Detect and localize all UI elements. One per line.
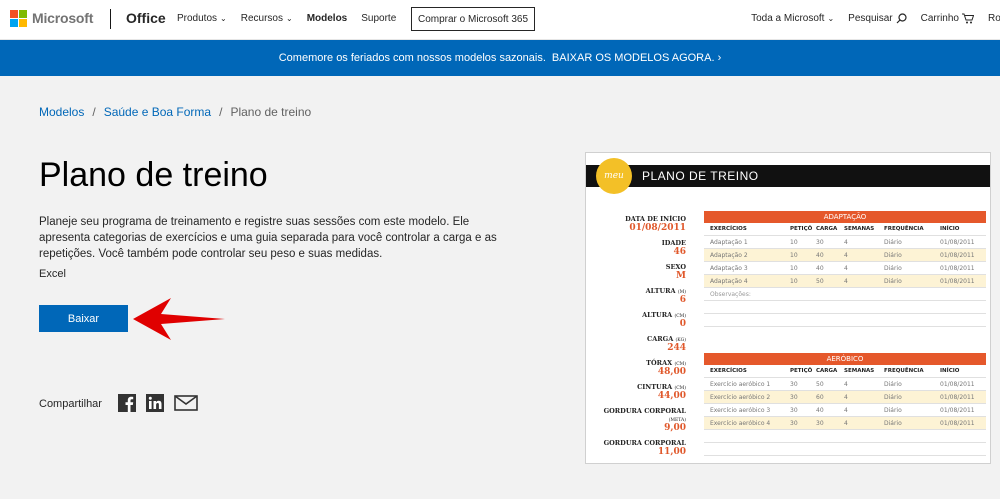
profile-label: TÓRAX (CM) (646, 359, 686, 367)
utility-nav: Toda a Microsoft ⌄ Pesquisar Carrinho Ro (751, 13, 1000, 24)
preview-table-aerobico: AERÓBICO EXERCÍCIOS PETIÇÕ CARGA SEMANAS FRE… (704, 353, 986, 456)
table-row: Exercício aeróbico 4 30 30 4 Diário 01/08/201… (704, 417, 986, 430)
table-row: Adaptação 3 10 40 4 Diário 01/08/2011 (704, 262, 986, 275)
office-link[interactable]: Office (126, 10, 166, 26)
preview-profile: DATA DE INÍCIO 01/08/2011 IDADE 46 SEXO … (586, 215, 686, 463)
primary-nav: Produtos ⌄ Recursos ⌄ Modelos Suporte (177, 13, 396, 24)
chevron-down-icon: ⌄ (220, 14, 227, 23)
template-description: Planeje seu programa de treinamento e re… (39, 216, 497, 260)
preview-title: PLANO DE TREINO (642, 169, 759, 183)
cart-icon (962, 13, 974, 24)
table-columns: EXERCÍCIOS PETIÇÕ CARGA SEMANAS FREQUÊNCIA IN… (704, 223, 986, 236)
notes-line (704, 301, 986, 314)
cart-link[interactable]: Carrinho (921, 13, 974, 24)
app-name: Excel (39, 268, 66, 280)
template-preview-image: meu PLANO DE TREINO DATA DE INÍCIO 01/08… (585, 152, 991, 464)
profile-label: ALTURA (M) (645, 287, 686, 295)
profile-value: 6 (679, 295, 686, 305)
facebook-icon[interactable] (118, 394, 136, 412)
table-columns: EXERCÍCIOS PETIÇÕ CARGA SEMANAS FREQUÊNCIA IN… (704, 365, 986, 378)
breadcrumb: Modelos / Saúde e Boa Forma / Plano de t… (39, 105, 311, 119)
buy-microsoft-365-button[interactable]: Comprar o Microsoft 365 (411, 7, 535, 31)
profile-value: 01/08/2011 (629, 223, 686, 233)
notes-line (704, 430, 986, 443)
profile-label: IDADE (661, 239, 686, 247)
nav-produtos[interactable]: Produtos ⌄ (177, 13, 227, 24)
profile-label: GORDURA CORPORAL (603, 439, 686, 447)
profile-label: CINTURA (CM) (637, 383, 686, 391)
breadcrumb-separator: / (219, 105, 223, 119)
download-button[interactable]: Baixar (39, 305, 128, 332)
breadcrumb-modelos[interactable]: Modelos (39, 105, 84, 119)
nav-modelos[interactable]: Modelos (307, 13, 348, 24)
profile-value: 0 (679, 319, 686, 329)
microsoft-logo-icon[interactable] (10, 10, 27, 27)
chevron-right-icon: › (717, 52, 722, 64)
profile-value: 46 (673, 247, 686, 257)
chevron-down-icon: ⌄ (827, 14, 835, 23)
chevron-down-icon: ⌄ (285, 14, 293, 23)
table-row: Exercício aeróbico 3 30 40 4 Diário 01/08/201… (704, 404, 986, 417)
preview-table-adaptacao: ADAPTAÇÃO EXERCÍCIOS PETIÇÕ CARGA SEMANAS FR… (704, 211, 986, 327)
notes-line (704, 314, 986, 327)
profile-label: CARGA (KG) (647, 335, 686, 343)
profile-value: 48,00 (657, 367, 686, 377)
banner-text: Comemore os feriados com nossos modelos … (278, 52, 546, 64)
profile-value: 244 (667, 343, 686, 353)
table-header: ADAPTAÇÃO (704, 211, 986, 223)
profile-label: DATA DE INÍCIO (625, 215, 686, 223)
breadcrumb-saude[interactable]: Saúde e Boa Forma (104, 105, 211, 119)
all-microsoft-menu[interactable]: Toda a Microsoft ⌄ (751, 13, 834, 24)
table-row: Exercício aeróbico 1 30 50 4 Diário 01/08/201… (704, 378, 986, 391)
breadcrumb-separator: / (92, 105, 96, 119)
profile-value: 44,00 (657, 391, 686, 401)
red-arrow-icon (133, 298, 225, 340)
profile-link[interactable]: Ro (988, 13, 1000, 24)
header-divider (110, 9, 111, 29)
search-link[interactable]: Pesquisar (848, 13, 907, 24)
table-header: AERÓBICO (704, 353, 986, 365)
email-icon[interactable] (174, 395, 198, 411)
nav-recursos[interactable]: Recursos ⌄ (241, 13, 293, 24)
table-row: Adaptação 4 10 50 4 Diário 01/08/2011 (704, 275, 986, 288)
preview-badge: meu (596, 158, 632, 194)
page-title: Plano de treino (39, 156, 268, 194)
table-row: Exercício aeróbico 2 30 60 4 Diário 01/08/201… (704, 391, 986, 404)
microsoft-brand[interactable]: Microsoft (32, 10, 93, 26)
site-header: Microsoft Office Produtos ⌄ Recursos ⌄ Mod… (0, 0, 1000, 40)
share-icons (118, 394, 198, 412)
profile-value: 11,00 (657, 447, 686, 457)
profile-label: ALTURA (CM) (642, 311, 686, 319)
nav-suporte[interactable]: Suporte (361, 13, 396, 24)
profile-value: 9,00 (664, 423, 686, 433)
breadcrumb-current: Plano de treino (230, 105, 312, 119)
share-label: Compartilhar (39, 398, 102, 410)
notes-line (704, 443, 986, 456)
search-icon (896, 13, 907, 24)
banner-link[interactable]: BAIXAR OS MODELOS AGORA. › (552, 52, 721, 64)
table-row: Adaptação 1 10 30 4 Diário 01/08/2011 (704, 236, 986, 249)
profile-label: GORDURA CORPORAL (META) (603, 407, 686, 423)
notes-line: Observações: (704, 288, 986, 301)
profile-value: M (676, 271, 686, 281)
promo-banner: Comemore os feriados com nossos modelos … (0, 40, 1000, 76)
profile-label: SEXO (665, 263, 686, 271)
table-row: Adaptação 2 10 40 4 Diário 01/08/2011 (704, 249, 986, 262)
linkedin-icon[interactable] (146, 394, 164, 412)
